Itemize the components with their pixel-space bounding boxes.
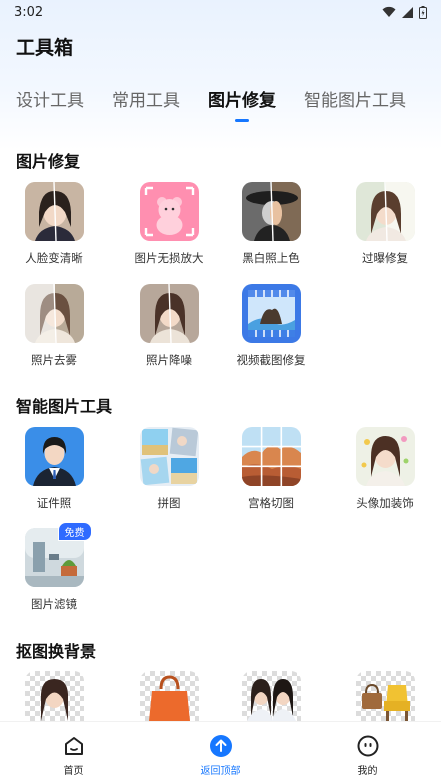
tool-label: 图片滤镜 (31, 597, 77, 611)
page-title: 工具箱 (16, 37, 74, 59)
denoise-thumbnail (139, 284, 199, 343)
arrow-up-icon (209, 735, 232, 757)
tool-grid-cut[interactable]: 宫格切图 (221, 427, 321, 511)
tool-label: 黑白照上色 (242, 251, 300, 265)
tab-design-tools[interactable]: 设计工具 (16, 86, 84, 116)
tab-image-repair[interactable]: 图片修复 (208, 86, 276, 116)
tool-colorize[interactable]: 黑白照上色 (221, 182, 321, 266)
avatar-decoration-thumbnail (355, 427, 415, 486)
tool-cutout-group[interactable] (221, 671, 321, 721)
nav-profile[interactable]: 我的 (318, 734, 418, 777)
tool-image-filter[interactable]: 免费 图片滤镜 (4, 522, 104, 612)
colorize-thumbnail (241, 182, 301, 241)
id-photo-thumbnail (24, 427, 84, 486)
tool-label: 拼图 (157, 496, 181, 510)
nav-home-label: 首页 (63, 766, 84, 777)
tool-label: 视频截图修复 (236, 353, 306, 367)
tool-denoise[interactable]: 照片降噪 (119, 284, 219, 368)
nav-profile-label: 我的 (357, 766, 378, 777)
tool-label: 证件照 (36, 496, 72, 510)
tool-cutout-furniture[interactable] (335, 671, 435, 721)
cutout-portrait-thumbnail (24, 671, 84, 721)
tool-label: 人脸变清晰 (25, 251, 83, 265)
nav-home[interactable]: 首页 (24, 734, 124, 777)
tab-bar: 设计工具 常用工具 图片修复 智能图片工具 (16, 86, 434, 116)
tool-label: 过曝修复 (362, 251, 408, 265)
image-filter-thumbnail: 免费 (24, 522, 92, 587)
lossless-upscale-thumbnail (139, 182, 199, 241)
section-title-cutout: 抠图换背景 (16, 642, 97, 661)
nav-back-to-top[interactable]: 返回顶部 (171, 734, 271, 777)
tab-smart-image-tools[interactable]: 智能图片工具 (304, 86, 406, 116)
status-bar: 3:02 (0, 0, 441, 24)
collage-thumbnail (139, 427, 199, 486)
tool-label: 照片降噪 (146, 353, 192, 367)
tool-dehaze[interactable]: 照片去雾 (4, 284, 104, 368)
tool-cutout-portrait[interactable] (4, 671, 104, 721)
wifi-icon (382, 6, 396, 17)
tool-label: 宫格切图 (248, 496, 294, 510)
home-icon (64, 737, 83, 755)
tool-label: 图片无损放大 (134, 251, 204, 265)
battery-icon (419, 5, 427, 19)
cutout-furniture-thumbnail (355, 671, 415, 721)
bottom-navigation: 首页 返回顶部 我的 (0, 721, 441, 784)
tool-overexposure-fix[interactable]: 过曝修复 (335, 182, 435, 266)
tool-avatar-decoration[interactable]: 头像加装饰 (335, 427, 435, 511)
dehaze-thumbnail (24, 284, 84, 343)
nav-back-to-top-label: 返回顶部 (200, 766, 241, 777)
overexposure-fix-thumbnail (355, 182, 415, 241)
profile-icon (357, 735, 378, 757)
tool-id-photo[interactable]: 证件照 (4, 427, 104, 511)
tool-face-enhance[interactable]: 人脸变清晰 (4, 182, 104, 266)
video-frame-repair-thumbnail (241, 284, 301, 343)
section-title-smart: 智能图片工具 (16, 397, 113, 416)
cutout-product-thumbnail (139, 671, 199, 721)
tool-video-frame-repair[interactable]: 视频截图修复 (221, 284, 321, 368)
tool-cutout-product[interactable] (119, 671, 219, 721)
grid-cut-thumbnail (241, 427, 301, 486)
free-badge: 免费 (57, 522, 92, 541)
tool-collage[interactable]: 拼图 (119, 427, 219, 511)
cutout-group-thumbnail (241, 671, 301, 721)
tool-label: 头像加装饰 (356, 496, 414, 510)
status-icons (382, 5, 427, 19)
signal-icon (402, 6, 413, 18)
tool-lossless-upscale[interactable]: 图片无损放大 (119, 182, 219, 266)
tool-label: 照片去雾 (31, 353, 77, 367)
tab-common-tools[interactable]: 常用工具 (112, 86, 180, 116)
face-enhance-thumbnail (24, 182, 84, 241)
section-title-repair: 图片修复 (16, 152, 81, 171)
status-time: 3:02 (14, 4, 44, 20)
